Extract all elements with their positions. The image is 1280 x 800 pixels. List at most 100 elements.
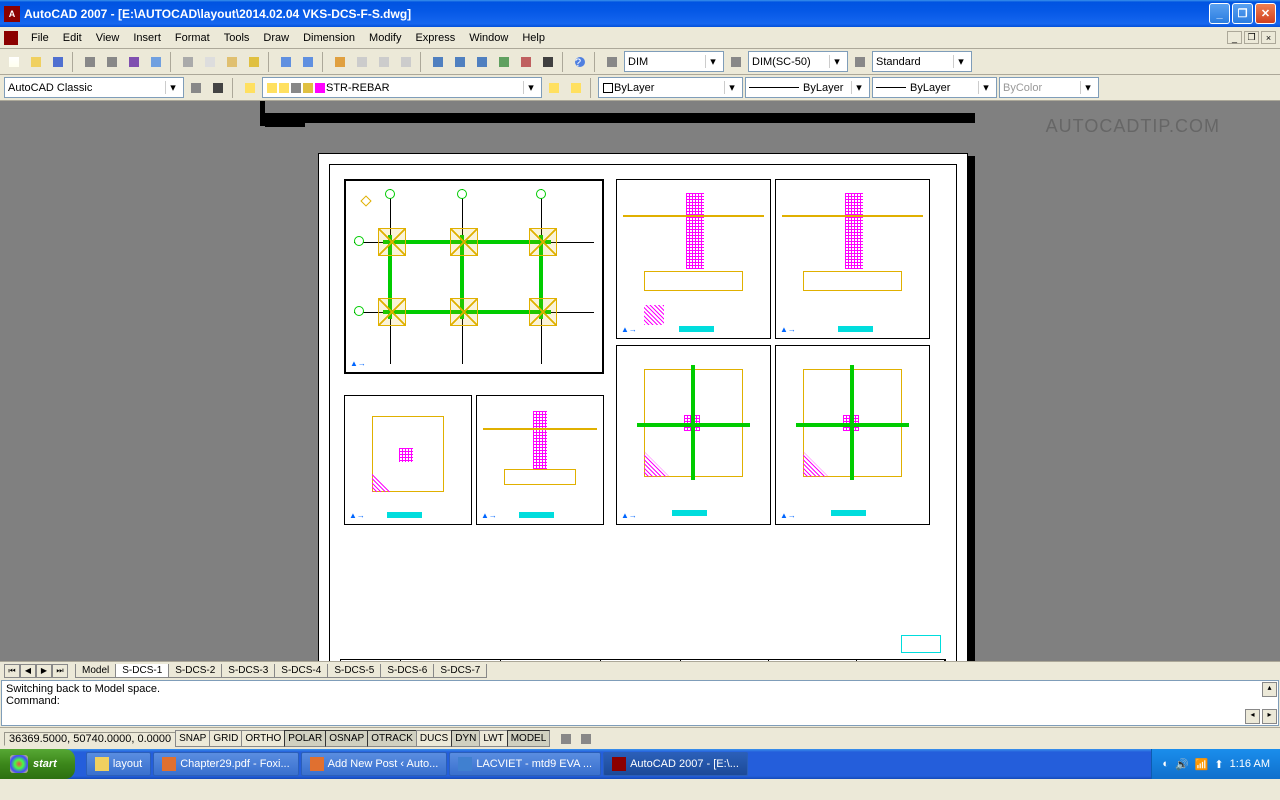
status-lwt-button[interactable]: LWT	[479, 730, 507, 747]
zoom-win-button[interactable]	[374, 52, 394, 72]
menu-help[interactable]: Help	[515, 30, 552, 46]
workspace-lock-button[interactable]	[208, 78, 228, 98]
taskbar-task[interactable]: layout	[86, 752, 151, 776]
viewport-section-2[interactable]: ▲→	[775, 179, 930, 339]
menu-format[interactable]: Format	[168, 30, 217, 46]
tray-icon[interactable]: 🔊	[1175, 758, 1189, 771]
layout-tab[interactable]: S-DCS-3	[221, 664, 275, 678]
status-osnap-button[interactable]: OSNAP	[325, 730, 368, 747]
dimstyle2-icon[interactable]	[726, 52, 746, 72]
status-snap-button[interactable]: SNAP	[175, 730, 210, 747]
mdi-minimize-button[interactable]: _	[1227, 31, 1242, 44]
menu-edit[interactable]: Edit	[56, 30, 89, 46]
help-button[interactable]: ?	[570, 52, 590, 72]
maximize-button[interactable]: ❐	[1232, 3, 1253, 24]
menu-dimension[interactable]: Dimension	[296, 30, 362, 46]
menu-tools[interactable]: Tools	[217, 30, 257, 46]
status-ext2-button[interactable]	[576, 729, 596, 749]
linetype-dropdown[interactable]: ByLayer▾	[745, 77, 870, 98]
layer-dropdown[interactable]: STR-REBAR ▾	[262, 77, 542, 98]
plot-button[interactable]	[80, 52, 100, 72]
clock-label[interactable]: 1:16 AM	[1230, 758, 1270, 770]
layer-states-button[interactable]	[566, 78, 586, 98]
viewport-plan[interactable]: ▲→	[344, 179, 604, 374]
layout-tab[interactable]: S-DCS-4	[274, 664, 328, 678]
publish-button[interactable]	[124, 52, 144, 72]
properties-button[interactable]	[428, 52, 448, 72]
cmd-scroll-up-button[interactable]: ▴	[1262, 682, 1277, 697]
sheet-button[interactable]	[494, 52, 514, 72]
toolpalette-button[interactable]	[472, 52, 492, 72]
pan-button[interactable]	[330, 52, 350, 72]
paste-button[interactable]	[222, 52, 242, 72]
mdi-close-button[interactable]: ×	[1261, 31, 1276, 44]
menu-draw[interactable]: Draw	[256, 30, 296, 46]
status-polar-button[interactable]: POLAR	[284, 730, 326, 747]
tray-icon[interactable]: ⬆	[1214, 758, 1223, 771]
markup-button[interactable]	[516, 52, 536, 72]
tray-icon[interactable]: ◐	[1162, 758, 1169, 770]
layout-tab[interactable]: S-DCS-7	[433, 664, 487, 678]
dimstyle-dropdown[interactable]: DIM▾	[624, 51, 724, 72]
layout-tab[interactable]: S-DCS-1	[115, 664, 169, 678]
status-dyn-button[interactable]: DYN	[451, 730, 480, 747]
menu-window[interactable]: Window	[462, 30, 515, 46]
status-grid-button[interactable]: GRID	[209, 730, 242, 747]
new-button[interactable]	[4, 52, 24, 72]
match-button[interactable]	[244, 52, 264, 72]
menu-express[interactable]: Express	[408, 30, 462, 46]
taskbar-task[interactable]: Add New Post ‹ Auto...	[301, 752, 448, 776]
viewport-small-2[interactable]: ▲→	[476, 395, 604, 525]
layout-tab[interactable]: S-DCS-5	[327, 664, 381, 678]
tab-first-button[interactable]: ⏮	[4, 664, 20, 678]
textstyle-icon[interactable]	[850, 52, 870, 72]
zoom-prev-button[interactable]	[396, 52, 416, 72]
plot-preview-button[interactable]	[102, 52, 122, 72]
cmd-scroll-right-button[interactable]: ▸	[1262, 709, 1277, 724]
mdi-restore-button[interactable]: ❐	[1244, 31, 1259, 44]
status-ducs-button[interactable]: DUCS	[416, 730, 452, 747]
minimize-button[interactable]: _	[1209, 3, 1230, 24]
3dprint-button[interactable]	[146, 52, 166, 72]
designcenter-button[interactable]	[450, 52, 470, 72]
taskbar-task[interactable]: Chapter29.pdf - Foxi...	[153, 752, 298, 776]
drawing-area[interactable]: AUTOCADTIP.COM	[0, 101, 1280, 661]
status-ortho-button[interactable]: ORTHO	[241, 730, 285, 747]
taskbar-task[interactable]: AutoCAD 2007 - [E:\...	[603, 752, 748, 776]
cmd-scroll-left-button[interactable]: ◂	[1245, 709, 1260, 724]
color-dropdown[interactable]: ByLayer▾	[598, 77, 743, 98]
command-line[interactable]: Switching back to Model space. Command: …	[1, 680, 1279, 726]
tray-icon[interactable]: 📶	[1195, 758, 1209, 771]
menu-insert[interactable]: Insert	[126, 30, 168, 46]
undo-button[interactable]	[276, 52, 296, 72]
dimstyle2-dropdown[interactable]: DIM(SC-50)▾	[748, 51, 848, 72]
dimstyle-icon[interactable]	[602, 52, 622, 72]
viewport-plan-detail-2[interactable]: ▲→	[775, 345, 930, 525]
tab-last-button[interactable]: ⏭	[52, 664, 68, 678]
open-button[interactable]	[26, 52, 46, 72]
zoom-rt-button[interactable]	[352, 52, 372, 72]
copy-button[interactable]	[200, 52, 220, 72]
taskbar-task[interactable]: LACVIET - mtd9 EVA ...	[449, 752, 601, 776]
tab-prev-button[interactable]: ◀	[20, 664, 36, 678]
calc-button[interactable]	[538, 52, 558, 72]
status-otrack-button[interactable]: OTRACK	[367, 730, 417, 747]
status-ext1-button[interactable]	[556, 729, 576, 749]
menu-modify[interactable]: Modify	[362, 30, 408, 46]
system-tray[interactable]: ◐ 🔊 📶 ⬆ 1:16 AM	[1151, 749, 1280, 779]
menu-view[interactable]: View	[89, 30, 127, 46]
lineweight-dropdown[interactable]: ByLayer▾	[872, 77, 997, 98]
layout-tab[interactable]: S-DCS-6	[380, 664, 434, 678]
app-menu-icon[interactable]	[4, 31, 18, 45]
redo-button[interactable]	[298, 52, 318, 72]
textstyle-dropdown[interactable]: Standard▾	[872, 51, 972, 72]
viewport-section-1[interactable]: ▲→	[616, 179, 771, 339]
layout-tab[interactable]: Model	[75, 664, 116, 678]
save-button[interactable]	[48, 52, 68, 72]
menu-file[interactable]: File	[24, 30, 56, 46]
layer-manager-button[interactable]	[240, 78, 260, 98]
cut-button[interactable]	[178, 52, 198, 72]
tab-next-button[interactable]: ▶	[36, 664, 52, 678]
start-button[interactable]: start	[0, 749, 75, 779]
viewport-plan-detail-1[interactable]: ▲→	[616, 345, 771, 525]
